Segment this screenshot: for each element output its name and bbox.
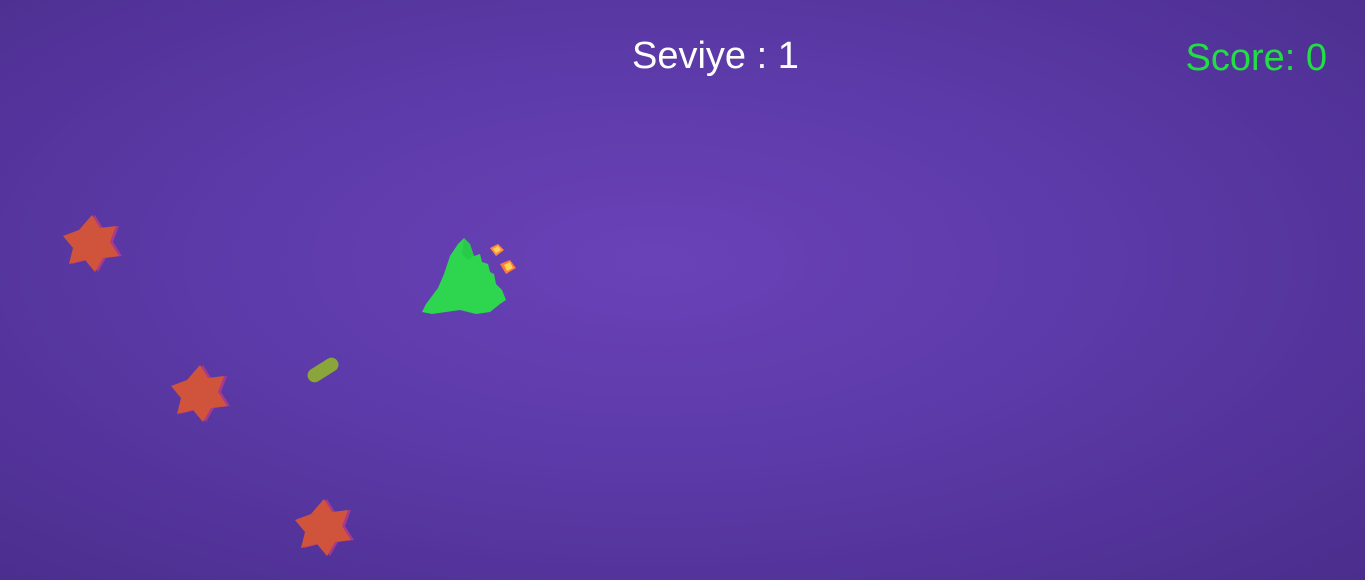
- level-separator: :: [756, 35, 768, 77]
- player-ship: [422, 238, 516, 314]
- level-label: Seviye: [632, 35, 747, 77]
- level-indicator: Seviye : 1: [632, 34, 799, 78]
- score-indicator: Score: 0: [1185, 36, 1327, 80]
- bullet: [307, 357, 339, 383]
- game-canvas[interactable]: Seviye : 1 Score: 0: [0, 0, 1365, 580]
- score-value: 0: [1305, 37, 1327, 79]
- enemy-star: [171, 365, 230, 422]
- enemy-star: [295, 499, 354, 556]
- enemy-star: [63, 215, 122, 272]
- level-value: 1: [777, 35, 799, 77]
- score-label: Score:: [1185, 37, 1296, 79]
